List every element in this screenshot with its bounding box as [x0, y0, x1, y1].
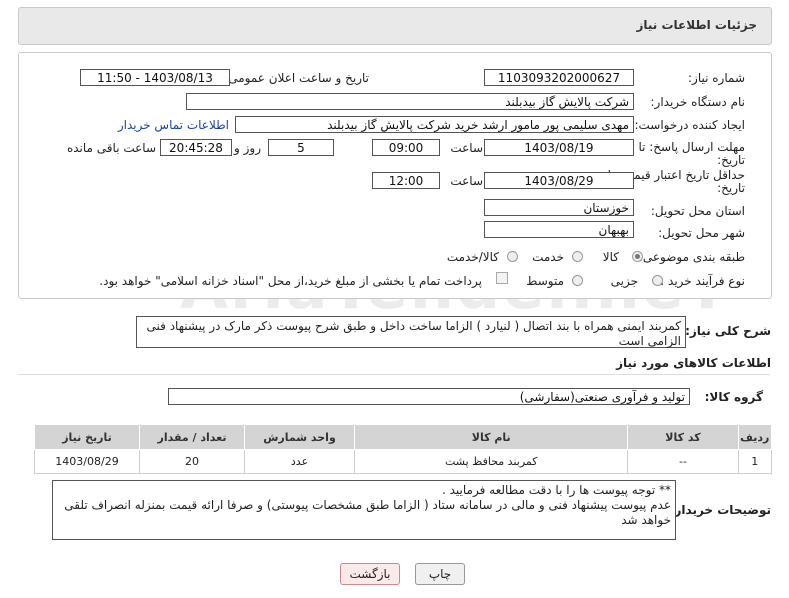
remaining-time-field: 20:45:28 [160, 139, 232, 156]
category-radio-service[interactable] [572, 251, 583, 262]
header-panel: جزئیات اطلاعات نیاز [18, 7, 772, 45]
creator-label: ایجاد کننده درخواست: [634, 118, 745, 132]
deadline-time-field: 09:00 [372, 139, 440, 156]
print-button[interactable]: چاپ [415, 563, 465, 585]
need-number-field: 1103093202000627 [484, 69, 634, 86]
need-number-label: شماره نیاز: [688, 71, 745, 85]
validity-time-field: 12:00 [372, 172, 440, 189]
goods-section-title: اطلاعات کالاهای مورد نیاز [616, 356, 771, 370]
deadline-label: مهلت ارسال پاسخ: تا [638, 140, 745, 154]
city-label: شهر محل تحویل: [658, 226, 745, 240]
buyer-notes-label: توضیحات خریدار: [669, 503, 771, 517]
category-radio-goods[interactable] [632, 251, 643, 262]
contact-buyer-link[interactable]: اطلاعات تماس خریدار [118, 118, 229, 132]
days-field: 5 [268, 139, 334, 156]
validity-time-label: ساعت [450, 174, 483, 188]
announce-field: 1403/08/13 - 11:50 [80, 69, 230, 86]
description-label: شرح کلی نیاز: [685, 324, 771, 338]
col-row: ردیف [737, 424, 773, 450]
cell-name: کمربند محافظ پشت [354, 449, 629, 474]
process-option-medium: متوسط [526, 274, 564, 288]
table-header-row: ردیف کد کالا نام کالا واحد شمارش تعداد /… [34, 424, 773, 450]
treasury-checkbox[interactable] [496, 272, 508, 284]
buyer-notes-line1: ** توجه پیوست ها را با دقت مطالعه فرمایی… [441, 483, 671, 497]
page-title: جزئیات اطلاعات نیاز [636, 18, 757, 32]
province-label: استان محل تحویل: [650, 204, 745, 218]
cell-code: -- [627, 449, 739, 474]
description-box: کمربند ایمنی همراه با بند اتصال ( لنیارد… [136, 316, 686, 348]
col-unit: واحد شمارش [243, 424, 356, 450]
category-option-both: کالا/خدمت [446, 250, 499, 264]
category-option-goods: کالا [602, 250, 619, 264]
cell-unit: عدد [243, 449, 356, 474]
validity-date-field: 1403/08/29 [484, 172, 634, 189]
goods-group-field: تولید و فرآوری صنعتی(سفارشی) [168, 388, 690, 405]
category-label: طبقه بندی موضوعی: [638, 250, 745, 264]
process-radio-minor[interactable] [652, 275, 663, 286]
process-option-minor: جزیی [610, 274, 638, 288]
category-radio-both[interactable] [507, 251, 518, 262]
buyer-org-field: شرکت پالایش گاز بیدبلند [186, 93, 634, 110]
col-code: کد کالا [627, 424, 739, 450]
category-option-service: خدمت [532, 250, 564, 264]
items-table: ردیف کد کالا نام کالا واحد شمارش تعداد /… [34, 424, 773, 474]
validity-label-date: تاریخ: [717, 181, 745, 195]
creator-field: مهدی سلیمی پور مامور ارشد خرید شرکت پالا… [235, 116, 634, 133]
cell-date: 1403/08/29 [34, 449, 140, 474]
deadline-time-label: ساعت [450, 141, 483, 155]
announce-label: تاریخ و ساعت اعلان عمومی: [224, 71, 369, 85]
cell-qty: 20 [139, 449, 245, 474]
table-row: 1 -- کمربند محافظ پشت عدد 20 1403/08/29 [34, 449, 773, 474]
deadline-date-field: 1403/08/19 [484, 139, 634, 156]
buyer-notes-line2: عدم پیوست پیشنهاد فنی و مالی در سامانه س… [64, 498, 671, 527]
province-field: خوزستان [484, 199, 634, 216]
process-label: نوع فرآیند خرید : [660, 274, 745, 288]
city-field: بهبهان [484, 221, 634, 238]
col-date: تاریخ نیاز [34, 424, 140, 450]
remaining-label: ساعت باقی مانده [66, 141, 156, 155]
treasury-note: پرداخت تمام یا بخشی از مبلغ خرید،از محل … [99, 274, 482, 288]
description-text: کمربند ایمنی همراه با بند اتصال ( لنیارد… [146, 319, 681, 348]
days-label: روز و [234, 141, 261, 155]
section-divider [18, 374, 770, 375]
goods-group-label: گروه کالا: [704, 390, 763, 404]
process-radio-medium[interactable] [572, 275, 583, 286]
back-button[interactable]: بازگشت [340, 563, 400, 585]
buyer-org-label: نام دستگاه خریدار: [650, 95, 746, 109]
cell-row: 1 [737, 449, 773, 474]
col-name: نام کالا [354, 424, 629, 450]
col-qty: تعداد / مقدار [139, 424, 245, 450]
deadline-label-date: تاریخ: [717, 153, 745, 167]
buyer-notes-box: ** توجه پیوست ها را با دقت مطالعه فرمایی… [52, 480, 676, 540]
